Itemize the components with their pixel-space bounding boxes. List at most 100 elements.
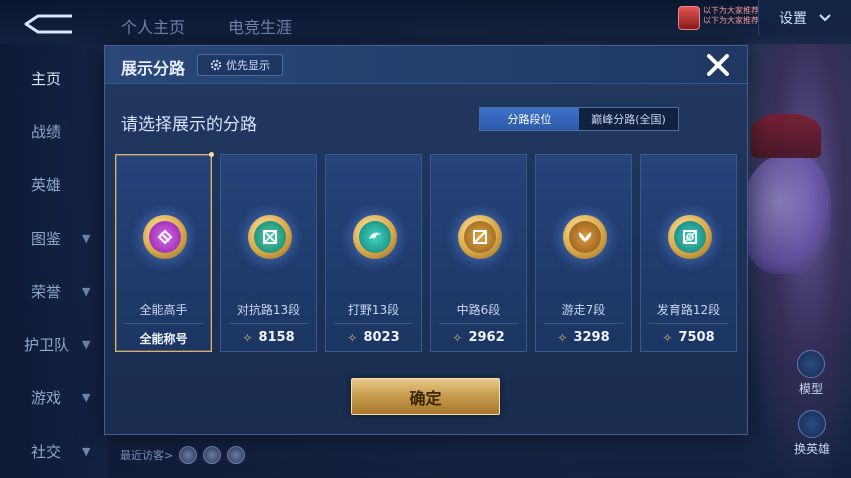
lane-value: ✧ 7508 (641, 330, 736, 345)
jungle-glyph (368, 232, 381, 239)
all-round-icon (128, 203, 199, 273)
lane-value-text: 全能称号 (139, 332, 188, 346)
dialog-title: 展示分路 (121, 59, 186, 78)
tab-peak-lane-national[interactable]: 巅峰分路(全国) (579, 108, 678, 130)
emblem-core (148, 221, 181, 253)
confirm-button[interactable]: 确定 (351, 378, 500, 415)
priority-display-button[interactable]: 优先显示 (197, 54, 283, 76)
swap-hero-label: 换英雄 (793, 442, 830, 456)
sidebar-item-social[interactable]: 社交 ▼ (0, 431, 108, 471)
lane-name: 游走7段 (561, 303, 606, 317)
emblem-ring (667, 215, 712, 259)
corner-sparkle-icon (209, 152, 214, 157)
lane-name: 发育路12段 (656, 303, 721, 317)
jungle-icon (338, 203, 409, 273)
avatar[interactable] (179, 446, 198, 464)
chevron-down-icon: ▼ (82, 284, 91, 298)
close-icon[interactable] (703, 50, 733, 80)
lane-value-text: 8158 (258, 330, 295, 345)
sidebar-item-heroes[interactable]: 英雄 (0, 164, 108, 204)
swap-hero-button[interactable]: 换英雄 (787, 410, 837, 470)
emblem-ring (352, 215, 397, 259)
model-label: 模型 (798, 382, 823, 396)
peak-score-icon: ✧ (242, 330, 253, 345)
sidebar-item-guard[interactable]: 护卫队 ▼ (0, 324, 108, 364)
sidebar: 主页 战绩 英雄 图鉴 ▼ 荣誉 ▼ 护卫队 ▼ 游戏 ▼ 社交 ▼ (0, 44, 108, 478)
divider (544, 323, 623, 324)
all-round-glyph (157, 229, 172, 245)
peak-score-icon: ✧ (662, 330, 673, 345)
priority-display-label: 优先显示 (226, 59, 270, 72)
lane-card-farm[interactable]: 发育路12段 ✧ 7508 (640, 154, 737, 352)
sidebar-item-label: 英雄 (31, 175, 62, 194)
emblem-core (253, 221, 286, 253)
roam-icon (548, 203, 619, 273)
sidebar-item-label: 战绩 (31, 122, 62, 141)
lane-card-list: 全能高手 全能称号 对抗路13段 ✧ 8158 打野13段 ✧ 8023 中路6… (115, 152, 737, 354)
dialog-subtitle: 请选择展示的分路 (121, 115, 257, 135)
badge-text: 以下为大家推荐 以下为大家推荐 (703, 6, 759, 26)
lane-display-dialog: 展示分路 优先显示 请选择展示的分路 分路段位 巅峰分路(全国) 全能高手 全能… (104, 45, 748, 435)
top-bar: 个人主页 电竞生涯 以下为大家推荐 以下为大家推荐 设置 (0, 0, 851, 44)
settings-button[interactable]: 设置 (758, 0, 851, 36)
dialog-header: 展示分路 优先显示 (105, 46, 747, 84)
divider (229, 323, 308, 324)
sidebar-item-label: 图鉴 (31, 229, 62, 248)
lane-value-text: 2962 (468, 330, 505, 345)
settings-label: 设置 (779, 11, 807, 27)
lane-card-roam[interactable]: 游走7段 ✧ 3298 (535, 154, 632, 352)
sidebar-item-record[interactable]: 战绩 (0, 111, 108, 151)
lane-card-clash[interactable]: 对抗路13段 ✧ 8158 (220, 154, 317, 352)
lane-value-text: 7508 (678, 330, 715, 345)
gear-icon (210, 59, 222, 71)
sidebar-item-games[interactable]: 游戏 ▼ (0, 377, 108, 417)
avatar[interactable] (227, 446, 246, 464)
clash-lane-icon (233, 203, 304, 273)
lane-value-text: 3298 (573, 330, 610, 345)
sidebar-item-label: 荣誉 (31, 282, 62, 301)
back-arrow-icon[interactable] (22, 12, 74, 34)
divider (439, 323, 518, 324)
badge-text-line: 以下为大家推荐 (703, 6, 759, 15)
lane-card-all-round[interactable]: 全能高手 全能称号 (115, 152, 214, 352)
lane-value: ✧ 8158 (221, 330, 316, 345)
model-button[interactable]: 模型 (791, 350, 831, 402)
lane-card-mid[interactable]: 中路6段 ✧ 2962 (430, 154, 527, 352)
emblem-ring (562, 215, 607, 259)
lane-name: 对抗路13段 (236, 303, 301, 317)
peak-score-icon: ✧ (557, 330, 568, 345)
recent-visitors-label: 最近访客> (120, 449, 174, 462)
mid-glyph (472, 230, 487, 244)
vip-badge-icon[interactable] (678, 6, 700, 30)
sidebar-item-codex[interactable]: 图鉴 ▼ (0, 218, 108, 258)
lane-tabs: 分路段位 巅峰分路(全国) (479, 107, 679, 131)
hero-hair (741, 154, 831, 274)
sidebar-item-honor[interactable]: 荣誉 ▼ (0, 271, 108, 311)
tab-esports-career[interactable]: 电竞生涯 (228, 14, 292, 38)
hero-cap (751, 114, 821, 158)
avatar[interactable] (203, 446, 222, 464)
roam-glyph (578, 232, 591, 242)
sidebar-item-home[interactable]: 主页 (0, 58, 108, 98)
tab-profile-home[interactable]: 个人主页 (121, 14, 185, 38)
lane-card-jungle[interactable]: 打野13段 ✧ 8023 (325, 154, 422, 352)
lane-name: 全能高手 (139, 303, 188, 317)
emblem-core (673, 221, 706, 253)
sidebar-item-label: 社交 (31, 442, 62, 461)
lane-name: 中路6段 (456, 303, 501, 317)
sidebar-item-label: 主页 (31, 69, 62, 88)
sidebar-item-label: 游戏 (31, 388, 62, 407)
lane-value-text: 8023 (363, 330, 400, 345)
chevron-down-icon: ▼ (82, 337, 91, 351)
lane-name: 打野13段 (347, 303, 400, 317)
clash-glyph (262, 230, 277, 244)
lane-value: ✧ 3298 (536, 330, 631, 345)
peak-score-icon: ✧ (347, 330, 358, 345)
recent-visitors[interactable]: 最近访客> (120, 446, 246, 464)
chevron-down-icon (819, 14, 831, 22)
emblem-core (358, 221, 391, 253)
tab-lane-rank[interactable]: 分路段位 (480, 108, 579, 130)
mid-lane-icon (443, 203, 514, 273)
emblem-ring (247, 215, 292, 259)
peak-score-icon: ✧ (452, 330, 463, 345)
